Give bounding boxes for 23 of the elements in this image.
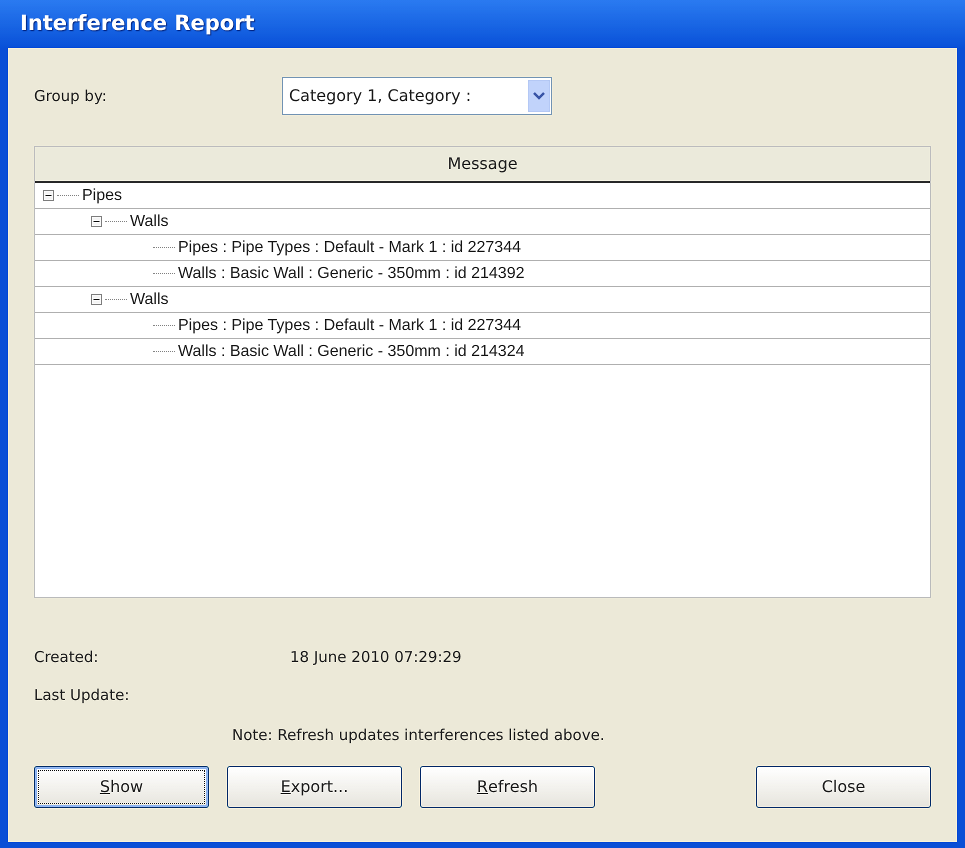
window-title: Interference Report: [20, 10, 255, 38]
group-by-dropdown[interactable]: Category 1, Category :: [282, 77, 552, 115]
tree-item[interactable]: Walls : Basic Wall : Generic - 350mm : id 214324: [178, 340, 524, 364]
dialog-button[interactable]: Refresh: [420, 766, 595, 808]
dropdown-arrow-icon[interactable]: [528, 80, 550, 112]
last-update-label: Last Update:: [34, 684, 130, 706]
dialog-button[interactable]: Show: [34, 766, 209, 808]
dialog-button[interactable]: Close: [756, 766, 931, 808]
collapse-icon[interactable]: [91, 216, 102, 227]
tree-item[interactable]: Walls : Basic Wall : Generic - 350mm : id 214392: [178, 262, 524, 286]
tree-item[interactable]: Pipes : Pipe Types : Default - Mark 1 : id 227344: [178, 314, 521, 338]
column-header-label: Message: [447, 153, 518, 175]
tree-item[interactable]: Pipes : Pipe Types : Default - Mark 1 : id 227344: [178, 236, 521, 260]
collapse-icon[interactable]: [91, 294, 102, 305]
tree-item[interactable]: Walls: [130, 288, 169, 312]
created-value: 18 June 2010 07:29:29: [290, 646, 462, 668]
note-text: Note: Refresh updates interferences listed above.: [232, 724, 605, 746]
dialog-button[interactable]: Export...: [227, 766, 402, 808]
created-label: Created:: [34, 646, 100, 668]
collapse-icon[interactable]: [43, 190, 54, 201]
group-by-label: Group by:: [34, 86, 108, 107]
tree-item[interactable]: Walls: [130, 210, 169, 234]
tree-item[interactable]: Pipes: [82, 184, 122, 208]
